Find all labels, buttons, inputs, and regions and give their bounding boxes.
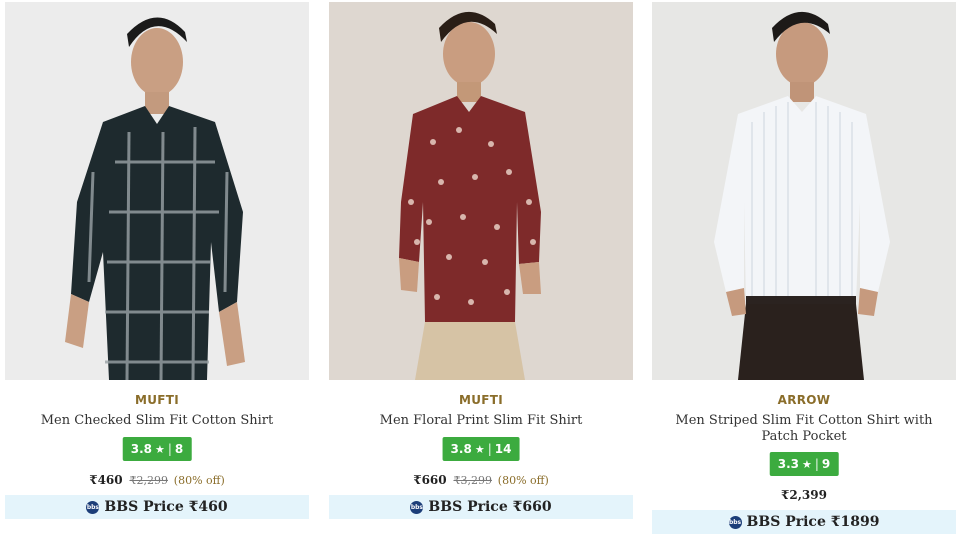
star-icon: ★ [801, 457, 812, 471]
rating-value: 3.8 [450, 442, 472, 456]
rating-separator: | [167, 442, 172, 456]
rating-badge: 3.8 ★ | 8 [122, 437, 192, 461]
bbs-price-bar: bbs BBS Price ₹660 [329, 495, 633, 519]
rating-count: 14 [494, 442, 512, 456]
product-brand: MUFTI [134, 393, 180, 407]
price-row: ₹2,399 [652, 488, 956, 502]
product-brand: ARROW [777, 393, 831, 407]
product-name[interactable]: Men Floral Print Slim Fit Shirt [337, 413, 625, 429]
rating-count: 8 [174, 442, 184, 456]
selling-price: ₹660 [413, 473, 447, 487]
discount-text: (80% off) [173, 474, 225, 487]
rating-badge: 3.3 ★ | 9 [769, 452, 839, 476]
product-name[interactable]: Men Striped Slim Fit Cotton Shirt with P… [660, 413, 948, 445]
selling-price: ₹460 [89, 473, 123, 487]
model-photo-checked-shirt [5, 2, 309, 380]
rating-separator: | [487, 442, 492, 456]
product-card[interactable]: MUFTI Men Checked Slim Fit Cotton Shirt … [5, 0, 309, 543]
bbs-price-bar: bbs BBS Price ₹1899 [652, 510, 956, 534]
star-icon: ★ [474, 442, 485, 456]
mrp-price: ₹2,299 [129, 474, 168, 487]
rating-value: 3.8 [130, 442, 152, 456]
rating-separator: | [814, 457, 819, 471]
discount-text: (80% off) [497, 474, 549, 487]
product-card[interactable]: MUFTI Men Floral Print Slim Fit Shirt 3.… [329, 0, 633, 543]
product-card[interactable]: ARROW Men Striped Slim Fit Cotton Shirt … [652, 0, 956, 543]
product-image[interactable] [5, 2, 309, 380]
rating-value: 3.3 [777, 457, 799, 471]
bbs-price-label: BBS Price ₹660 [428, 499, 552, 515]
bbs-logo-icon: bbs [728, 515, 742, 529]
bbs-price-bar: bbs BBS Price ₹460 [5, 495, 309, 519]
rating-badge: 3.8 ★ | 14 [442, 437, 520, 461]
mrp-price: ₹3,299 [453, 474, 492, 487]
price-row: ₹460 ₹2,299 (80% off) [5, 473, 309, 487]
product-image[interactable] [652, 2, 956, 380]
bbs-price-label: BBS Price ₹1899 [746, 514, 880, 530]
star-icon: ★ [154, 442, 165, 456]
product-name[interactable]: Men Checked Slim Fit Cotton Shirt [13, 413, 301, 429]
bbs-logo-icon: bbs [86, 500, 100, 514]
product-image[interactable] [329, 2, 633, 380]
model-photo-floral-shirt [329, 2, 633, 380]
selling-price: ₹2,399 [781, 488, 827, 502]
price-row: ₹660 ₹3,299 (80% off) [329, 473, 633, 487]
product-brand: MUFTI [458, 393, 504, 407]
model-photo-striped-shirt [652, 2, 956, 380]
bbs-logo-icon: bbs [410, 500, 424, 514]
bbs-price-label: BBS Price ₹460 [104, 499, 228, 515]
rating-count: 9 [821, 457, 831, 471]
